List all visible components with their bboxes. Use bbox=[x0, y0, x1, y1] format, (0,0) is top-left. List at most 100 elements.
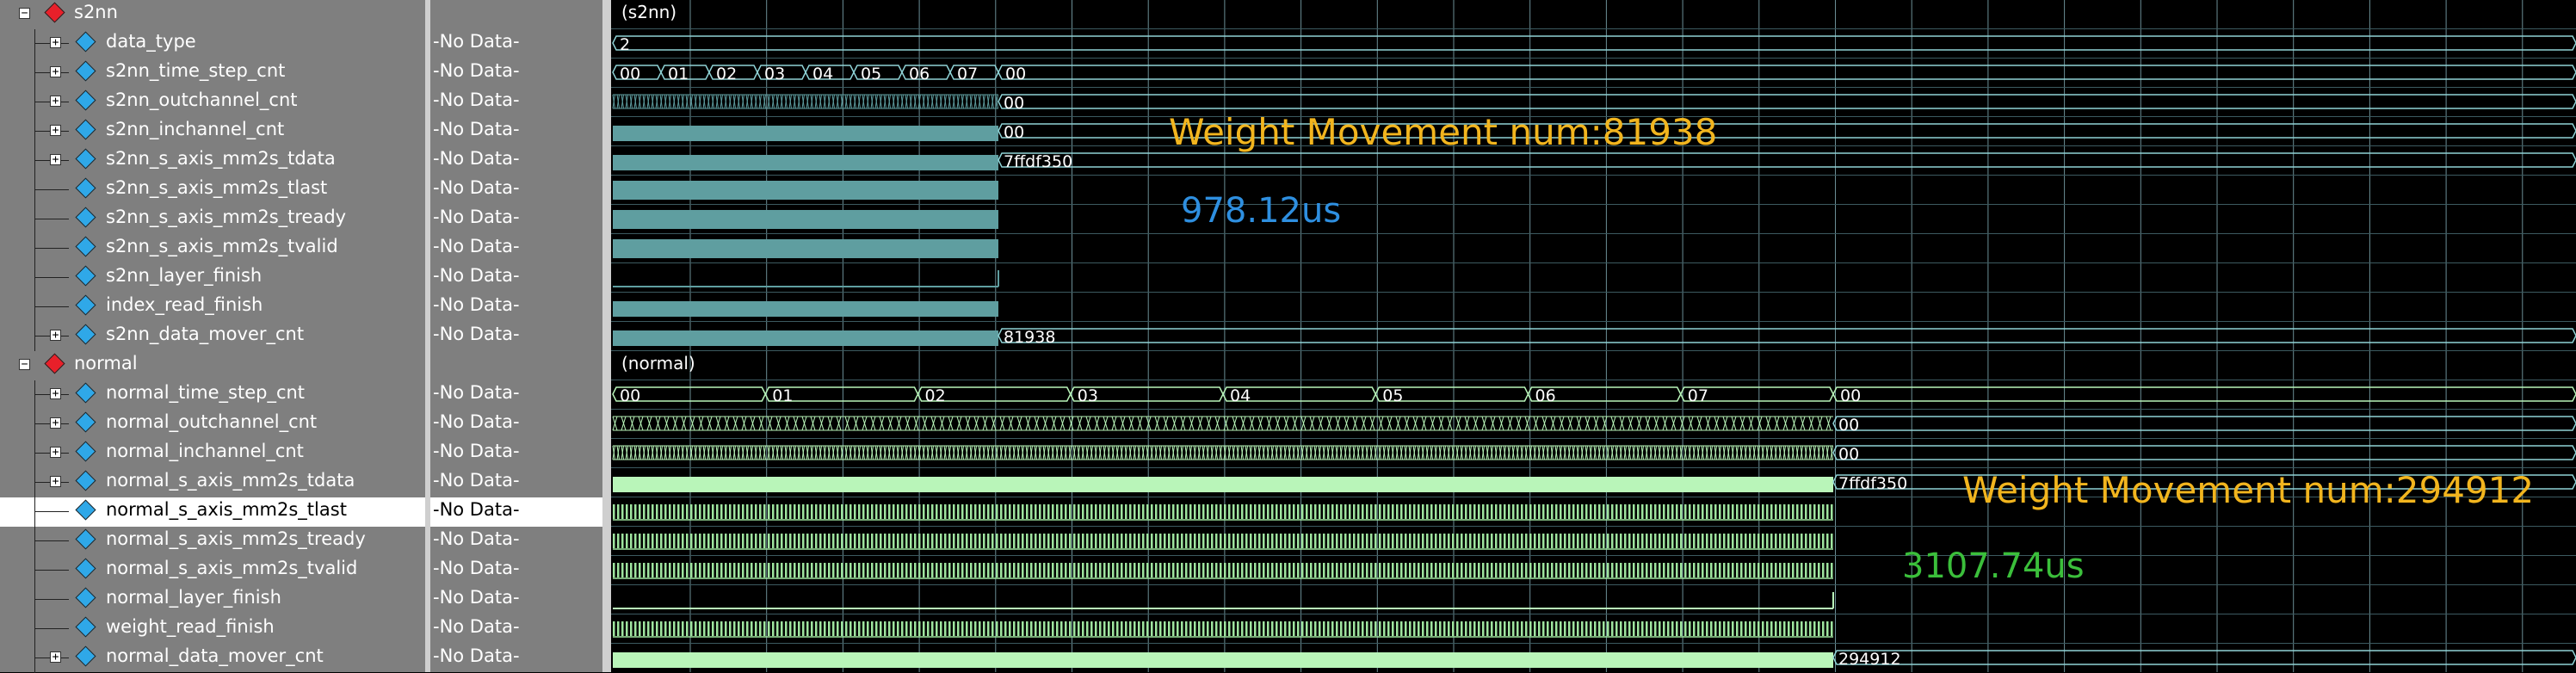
waveform-panel[interactable]: (s2nn) (normal) 2 00 01 02 03 04 05 06 07 00 00 00 7ff… bbox=[611, 0, 2576, 672]
value-cell[interactable]: -No Data- bbox=[430, 527, 602, 556]
signal-row-normal_data_mover_cnt[interactable]: + normal_data_mover_cnt bbox=[0, 644, 430, 673]
expand-icon[interactable]: + bbox=[50, 96, 61, 107]
collapse-icon[interactable]: − bbox=[19, 359, 30, 370]
value-cell[interactable] bbox=[430, 351, 602, 380]
signal-row-normal_inchannel_cnt[interactable]: + normal_inchannel_cnt bbox=[0, 439, 430, 468]
collapse-icon[interactable]: − bbox=[19, 8, 30, 19]
expand-icon[interactable]: + bbox=[50, 37, 61, 48]
expand-icon[interactable]: + bbox=[50, 125, 61, 136]
expand-icon[interactable]: + bbox=[50, 476, 61, 487]
bus-segment bbox=[612, 35, 2576, 51]
signal-row-weight_read_finish[interactable]: weight_read_finish bbox=[0, 614, 430, 644]
pulse bbox=[1194, 563, 1196, 577]
value-cell[interactable]: -No Data- bbox=[430, 234, 602, 263]
pulse bbox=[1060, 621, 1063, 636]
pulse bbox=[1598, 534, 1601, 548]
pulse bbox=[1615, 563, 1618, 577]
value-cell[interactable]: -No Data- bbox=[430, 322, 602, 351]
tdata-end-value: 7ffdf350 bbox=[1004, 152, 1072, 171]
pulse bbox=[1719, 504, 1721, 519]
signal-row-normal_s_axis_mm2s_tvalid[interactable]: normal_s_axis_mm2s_tvalid bbox=[0, 556, 430, 585]
signal-row-s2nn_s_axis_mm2s_tvalid[interactable]: s2nn_s_axis_mm2s_tvalid bbox=[0, 234, 430, 263]
pulse bbox=[1512, 504, 1515, 519]
signal-row-s2nn_outchannel_cnt[interactable]: + s2nn_outchannel_cnt bbox=[0, 88, 430, 117]
signal-row-s2nn_data_mover_cnt[interactable]: + s2nn_data_mover_cnt bbox=[0, 322, 430, 351]
pulse bbox=[1017, 563, 1020, 577]
pulse bbox=[1392, 504, 1394, 519]
signal-row-s2nn_s_axis_mm2s_tlast[interactable]: s2nn_s_axis_mm2s_tlast bbox=[0, 176, 430, 205]
tree-line bbox=[34, 614, 35, 644]
pulse bbox=[1095, 534, 1097, 548]
pulse bbox=[1702, 621, 1704, 636]
pulse bbox=[686, 534, 689, 548]
pulse bbox=[1366, 621, 1368, 636]
signal-row-normal_s_axis_mm2s_tready[interactable]: normal_s_axis_mm2s_tready bbox=[0, 527, 430, 556]
pulse bbox=[1680, 563, 1683, 577]
value-cell[interactable]: -No Data- bbox=[430, 468, 602, 497]
value-cell[interactable]: -No Data- bbox=[430, 263, 602, 293]
pulse bbox=[1607, 534, 1609, 548]
signal-row-data_type[interactable]: + data_type bbox=[0, 29, 430, 59]
pulse bbox=[639, 621, 641, 636]
signal-row-normal_s_axis_mm2s_tlast[interactable]: normal_s_axis_mm2s_tlast bbox=[0, 497, 430, 527]
expand-icon[interactable]: + bbox=[50, 417, 61, 429]
value-cell[interactable]: -No Data- bbox=[430, 293, 602, 322]
pulse bbox=[948, 504, 951, 519]
mover-end-value: 294912 bbox=[1838, 650, 1901, 669]
pulse bbox=[1478, 621, 1480, 636]
signal-row-s2nn_s_axis_mm2s_tready[interactable]: s2nn_s_axis_mm2s_tready bbox=[0, 205, 430, 234]
value-cell[interactable]: -No Data- bbox=[430, 146, 602, 176]
expand-icon[interactable]: + bbox=[50, 651, 61, 663]
value-cell[interactable]: -No Data- bbox=[430, 29, 602, 59]
panel-divider-right[interactable] bbox=[602, 0, 611, 672]
signal-row-s2nn_s_axis_mm2s_tdata[interactable]: + s2nn_s_axis_mm2s_tdata bbox=[0, 146, 430, 176]
pulse bbox=[1362, 504, 1364, 519]
value-cell[interactable]: -No Data- bbox=[430, 410, 602, 439]
signal-row-s2nn_inchannel_cnt[interactable]: + s2nn_inchannel_cnt bbox=[0, 117, 430, 146]
signal-row-s2nn_time_step_cnt[interactable]: + s2nn_time_step_cnt bbox=[0, 59, 430, 88]
value-cell[interactable]: -No Data- bbox=[430, 585, 602, 614]
group-row-s2nn[interactable]: − s2nn bbox=[0, 0, 430, 29]
signal-row-normal_s_axis_mm2s_tdata[interactable]: + normal_s_axis_mm2s_tdata bbox=[0, 468, 430, 497]
pulse bbox=[940, 504, 942, 519]
signal-row-normal_outchannel_cnt[interactable]: + normal_outchannel_cnt bbox=[0, 410, 430, 439]
value-cell[interactable]: -No Data- bbox=[430, 439, 602, 468]
value-cell[interactable]: -No Data- bbox=[430, 380, 602, 410]
waveform-canvas[interactable]: (s2nn) (normal) 2 00 01 02 03 04 05 06 07 00 00 00 7ff… bbox=[611, 0, 2576, 672]
pulse bbox=[1435, 504, 1437, 519]
pulse bbox=[936, 563, 938, 577]
expand-icon[interactable]: + bbox=[50, 66, 61, 77]
value-cell[interactable] bbox=[430, 0, 602, 29]
pulse bbox=[884, 563, 886, 577]
pulse bbox=[1831, 504, 1833, 519]
pulse bbox=[1396, 534, 1399, 548]
value-cell[interactable]: -No Data- bbox=[430, 88, 602, 117]
group-row-normal[interactable]: − normal bbox=[0, 351, 430, 380]
pulse bbox=[1456, 563, 1459, 577]
signal-row-normal_time_step_cnt[interactable]: + normal_time_step_cnt bbox=[0, 380, 430, 410]
pulse bbox=[1822, 621, 1825, 636]
expand-icon[interactable]: + bbox=[50, 154, 61, 165]
value-cell[interactable]: -No Data- bbox=[430, 556, 602, 585]
value-cell[interactable]: -No Data- bbox=[430, 205, 602, 234]
value-cell[interactable]: -No Data- bbox=[430, 644, 602, 673]
signal-row-normal_layer_finish[interactable]: normal_layer_finish bbox=[0, 585, 430, 614]
pulse bbox=[1641, 621, 1644, 636]
pulse bbox=[966, 534, 968, 548]
pulse bbox=[738, 563, 740, 577]
expand-icon[interactable]: + bbox=[50, 447, 61, 458]
pulse bbox=[1542, 563, 1545, 577]
signal-row-s2nn_layer_finish[interactable]: s2nn_layer_finish bbox=[0, 263, 430, 293]
value-cell[interactable]: -No Data- bbox=[430, 176, 602, 205]
pulse bbox=[1667, 621, 1670, 636]
value-cell[interactable]: -No Data- bbox=[430, 497, 602, 527]
expand-icon[interactable]: + bbox=[50, 388, 61, 399]
time-step-label: 00 bbox=[620, 65, 640, 83]
value-cell[interactable]: -No Data- bbox=[430, 117, 602, 146]
expand-icon[interactable]: + bbox=[50, 330, 61, 341]
value-cell[interactable]: -No Data- bbox=[430, 59, 602, 88]
pulse bbox=[1366, 563, 1368, 577]
signal-row-index_read_finish[interactable]: index_read_finish bbox=[0, 293, 430, 322]
pulse bbox=[1611, 563, 1614, 577]
value-cell[interactable]: -No Data- bbox=[430, 614, 602, 644]
